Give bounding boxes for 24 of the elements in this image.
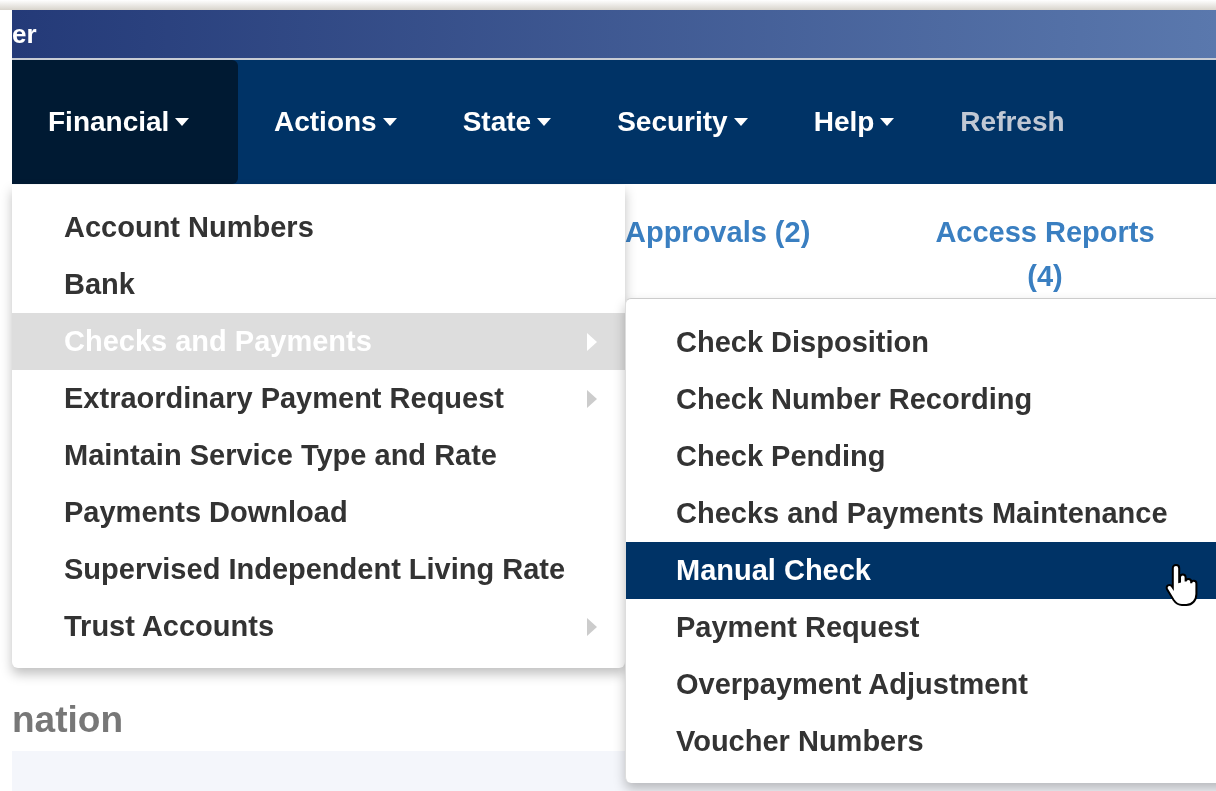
report-link[interactable]: Access Reports (4)	[925, 210, 1165, 298]
menu-item[interactable]: Overpayment Adjustment	[626, 656, 1216, 713]
menu-item[interactable]: Maintain Service Type and Rate	[12, 427, 625, 484]
menu-item[interactable]: Bank	[12, 256, 625, 313]
menu-tab[interactable]: Help	[777, 60, 925, 184]
menu-item[interactable]: Account Numbers	[12, 199, 625, 256]
menu-item[interactable]: Check Disposition	[626, 314, 1216, 371]
section-heading: nation	[12, 699, 123, 741]
window-title: er	[12, 18, 37, 50]
menu-item[interactable]: Supervised Independent Living Rate	[12, 541, 625, 598]
menu-item[interactable]: Payment Request	[626, 599, 1216, 656]
menu-item[interactable]: Extraordinary Payment Request	[12, 370, 625, 427]
menu-item[interactable]: Checks and Payments Maintenance	[626, 485, 1216, 542]
menu-tab[interactable]: Financial	[12, 60, 238, 184]
menu-item[interactable]: Check Pending	[626, 428, 1216, 485]
menu-item[interactable]: Check Number Recording	[626, 371, 1216, 428]
menu-tab[interactable]: Actions	[238, 60, 427, 184]
menu-item[interactable]: Voucher Numbers	[626, 713, 1216, 770]
menu-tab[interactable]: Security	[581, 60, 778, 184]
menu-item[interactable]: Manual Check	[626, 542, 1216, 599]
menu-tab[interactable]: State	[426, 60, 582, 184]
menu-item[interactable]: Trust Accounts	[12, 598, 625, 655]
report-link[interactable]: Approvals (2)	[625, 210, 925, 298]
menu-item[interactable]: Payments Download	[12, 484, 625, 541]
